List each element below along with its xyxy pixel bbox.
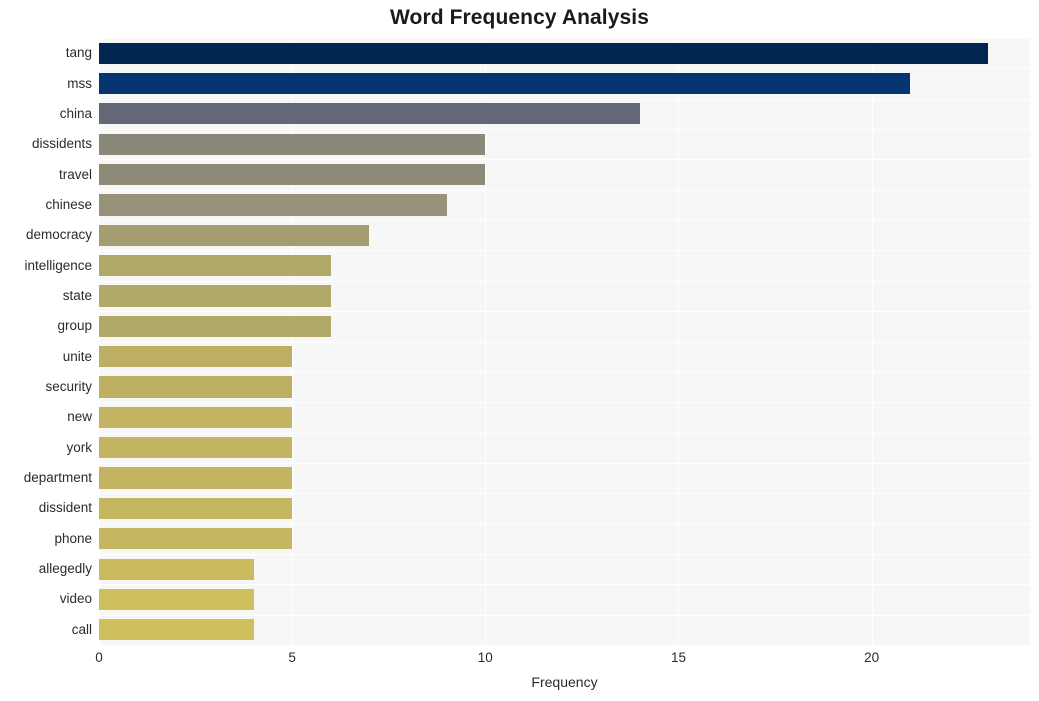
y-tick-label-allegedly: allegedly <box>38 561 92 577</box>
y-tick-label-travel: travel <box>58 166 92 182</box>
x-axis-title: Frequency <box>531 674 598 690</box>
y-tick-label-intelligence: intelligence <box>24 257 92 273</box>
x-axis-tick-labels: 0 5 10 15 20 <box>0 650 1039 674</box>
bar-call[interactable] <box>99 619 254 641</box>
y-tick-label-china: china <box>59 105 92 121</box>
bar-york[interactable] <box>99 437 293 459</box>
y-tick-label-tang: tang <box>65 45 92 61</box>
word-frequency-bar-chart: Word Frequency Analysis tang mss china diss… <box>0 0 1039 701</box>
bar-intelligence[interactable] <box>99 255 331 277</box>
bar-department[interactable] <box>99 467 293 489</box>
bar-new[interactable] <box>99 406 293 428</box>
y-tick-label-dissident: dissident <box>38 500 92 516</box>
bar-democracy[interactable] <box>99 224 370 246</box>
y-tick-label-democracy: democracy <box>25 227 92 243</box>
y-tick-label-dissidents: dissidents <box>31 136 92 152</box>
bar-video[interactable] <box>99 588 254 611</box>
y-tick-label-unite: unite <box>62 348 92 364</box>
bar-group[interactable] <box>99 315 331 337</box>
x-tick-label-20: 20 <box>864 650 880 665</box>
x-tick-label-15: 15 <box>670 650 686 665</box>
bar-dissident[interactable] <box>99 497 293 520</box>
bar-allegedly[interactable] <box>99 558 254 580</box>
x-tick-label-0: 0 <box>95 650 103 665</box>
bar-mss[interactable] <box>99 72 911 95</box>
x-tick-label-10: 10 <box>477 650 493 665</box>
y-tick-label-department: department <box>23 470 92 486</box>
y-tick-label-security: security <box>45 379 92 395</box>
y-tick-label-call: call <box>71 621 92 637</box>
y-tick-label-mss: mss <box>67 75 92 91</box>
bar-security[interactable] <box>99 376 293 398</box>
y-tick-label-york: york <box>66 439 92 455</box>
plot-area <box>99 38 1030 645</box>
y-tick-label-new: new <box>67 409 92 425</box>
y-tick-label-video: video <box>59 591 92 607</box>
bars-layer <box>99 38 1030 645</box>
x-tick-label-5: 5 <box>288 650 296 665</box>
bar-state[interactable] <box>99 285 331 307</box>
y-axis-tick-labels: tang mss china dissidents travel chinese democ… <box>0 38 92 645</box>
bar-china[interactable] <box>99 103 640 125</box>
bar-phone[interactable] <box>99 528 293 550</box>
y-tick-label-phone: phone <box>54 530 92 546</box>
bar-chinese[interactable] <box>99 194 447 216</box>
y-tick-label-state: state <box>62 287 92 303</box>
y-tick-label-chinese: chinese <box>45 196 92 212</box>
bar-dissidents[interactable] <box>99 133 486 155</box>
bar-tang[interactable] <box>99 42 988 64</box>
y-tick-label-group: group <box>57 318 92 334</box>
bar-travel[interactable] <box>99 163 486 186</box>
bar-unite[interactable] <box>99 346 293 368</box>
chart-title: Word Frequency Analysis <box>389 6 650 29</box>
